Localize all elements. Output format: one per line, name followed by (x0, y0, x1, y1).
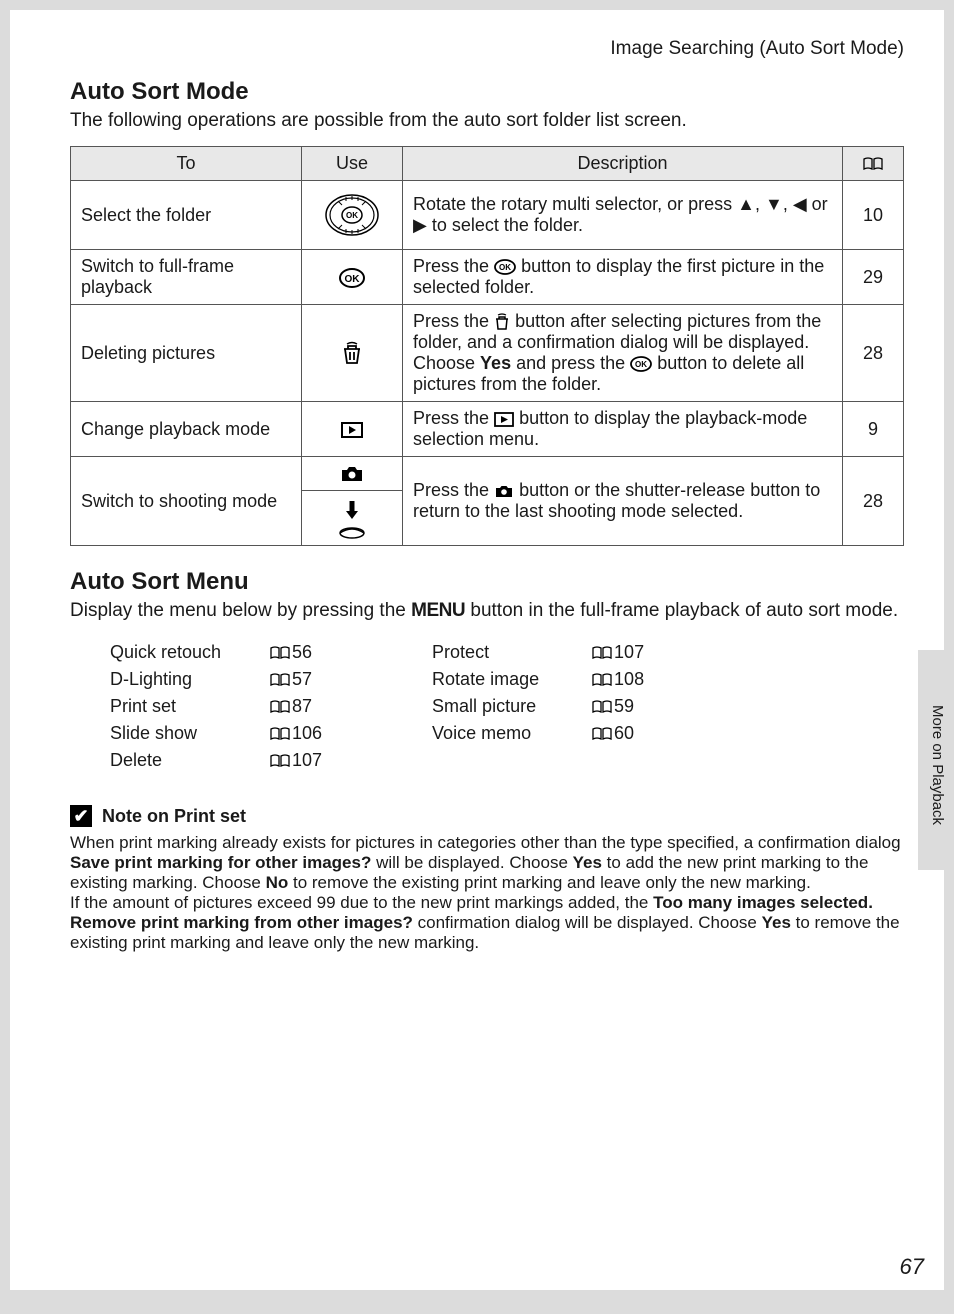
desc-cell: Press the button to display the playback… (403, 402, 843, 457)
breadcrumb: Image Searching (Auto Sort Mode) (70, 38, 904, 60)
svg-text:OK: OK (635, 360, 647, 369)
th-use: Use (302, 147, 403, 181)
menu-item: Rotate image108 (432, 669, 644, 690)
menu-page-ref: 107 (592, 642, 644, 663)
down-icon: ▼ (765, 194, 783, 214)
to-cell: Deleting pictures (71, 305, 302, 402)
menu-page-ref: 106 (270, 723, 322, 744)
row-change-playback: Change playback mode Press the button to… (71, 402, 904, 457)
th-to: To (71, 147, 302, 181)
menu-label: D-Lighting (110, 669, 270, 690)
menu-item: Quick retouch56 (110, 642, 322, 663)
trash-icon (494, 313, 510, 331)
note-box: ✔ Note on Print set When print marking a… (70, 805, 904, 953)
to-cell: Switch to shooting mode (71, 457, 302, 546)
intro-text: The following operations are possible fr… (70, 110, 904, 132)
use-cell (302, 402, 403, 457)
camera-icon (340, 465, 364, 483)
row-select-folder: Select the folder OK Rotate the rotary m… (71, 181, 904, 250)
th-desc: Description (403, 147, 843, 181)
ok-button-icon: OK (339, 268, 365, 288)
use-cell (302, 305, 403, 402)
desc-cell: Press the button or the shutter-release … (403, 457, 843, 546)
page-ref: 9 (843, 402, 904, 457)
th-pageref (843, 147, 904, 181)
menu-item: Delete107 (110, 750, 322, 771)
ok-button-icon: OK (494, 259, 516, 275)
shutter-press-icon (337, 497, 367, 539)
note-paragraph-2: If the amount of pictures exceed 99 due … (70, 893, 904, 953)
operations-table: To Use Description Select the folder OK (70, 146, 904, 546)
heading-auto-sort-menu: Auto Sort Menu (70, 568, 904, 596)
menu-label: Quick retouch (110, 642, 270, 663)
side-tab: More on Playback (918, 650, 946, 870)
menu-item: Slide show106 (110, 723, 322, 744)
desc-cell: Press the button after selecting picture… (403, 305, 843, 402)
row-switch-shooting: Switch to shooting mode Press the button… (71, 457, 904, 491)
svg-text:OK: OK (346, 211, 358, 220)
menu-columns: Quick retouch56D-Lighting57Print set87Sl… (70, 636, 904, 777)
rotary-selector-icon: OK (324, 187, 380, 243)
heading-auto-sort-mode: Auto Sort Mode (70, 78, 904, 106)
use-cell (302, 457, 403, 491)
menu-label: Delete (110, 750, 270, 771)
note-paragraph-1: When print marking already exists for pi… (70, 833, 904, 893)
menu-label: Rotate image (432, 669, 592, 690)
menu-page-ref: 57 (270, 669, 312, 690)
playback-icon (494, 412, 514, 427)
menu-item: Voice memo60 (432, 723, 644, 744)
page: Image Searching (Auto Sort Mode) Auto So… (10, 10, 944, 1290)
menu-page-ref: 59 (592, 696, 634, 717)
page-ref: 10 (843, 181, 904, 250)
check-icon: ✔ (70, 805, 92, 827)
menu-item: Protect107 (432, 642, 644, 663)
menu-page-ref: 56 (270, 642, 312, 663)
desc-cell: Press the OK button to display the first… (403, 250, 843, 305)
menu-page-ref: 107 (270, 750, 322, 771)
menu-word: MENU (411, 600, 465, 621)
desc-cell: Rotate the rotary multi selector, or pre… (403, 181, 843, 250)
row-fullframe: Switch to full-frame playback OK Press t… (71, 250, 904, 305)
camera-icon (494, 484, 514, 499)
page-ref: 28 (843, 305, 904, 402)
use-cell: OK (302, 181, 403, 250)
left-icon: ◀ (793, 194, 807, 214)
menu-item: Small picture59 (432, 696, 644, 717)
menu-page-ref: 87 (270, 696, 312, 717)
up-icon: ▲ (737, 194, 755, 214)
menu-label: Small picture (432, 696, 592, 717)
menu-item: Print set87 (110, 696, 322, 717)
right-icon: ▶ (413, 215, 427, 235)
trash-icon (341, 341, 363, 365)
svg-text:OK: OK (345, 274, 361, 285)
menu-col-left: Quick retouch56D-Lighting57Print set87Sl… (110, 636, 322, 777)
row-delete: Deleting pictures Press the button after… (71, 305, 904, 402)
menu-label: Print set (110, 696, 270, 717)
menu-page-ref: 60 (592, 723, 634, 744)
use-cell: OK (302, 250, 403, 305)
menu-label: Protect (432, 642, 592, 663)
page-ref: 29 (843, 250, 904, 305)
menu-label: Voice memo (432, 723, 592, 744)
menu-page-ref: 108 (592, 669, 644, 690)
page-number: 67 (900, 1254, 924, 1280)
ok-button-icon: OK (630, 356, 652, 372)
note-heading: ✔ Note on Print set (70, 805, 904, 827)
menu-item: D-Lighting57 (110, 669, 322, 690)
book-icon (863, 157, 883, 171)
to-cell: Change playback mode (71, 402, 302, 457)
intro2: Display the menu below by pressing the M… (70, 600, 904, 622)
svg-text:OK: OK (499, 263, 511, 272)
to-cell: Switch to full-frame playback (71, 250, 302, 305)
to-cell: Select the folder (71, 181, 302, 250)
menu-col-right: Protect107Rotate image108Small picture59… (432, 636, 644, 777)
use-cell (302, 491, 403, 546)
page-ref: 28 (843, 457, 904, 546)
playback-icon (340, 421, 364, 439)
menu-label: Slide show (110, 723, 270, 744)
